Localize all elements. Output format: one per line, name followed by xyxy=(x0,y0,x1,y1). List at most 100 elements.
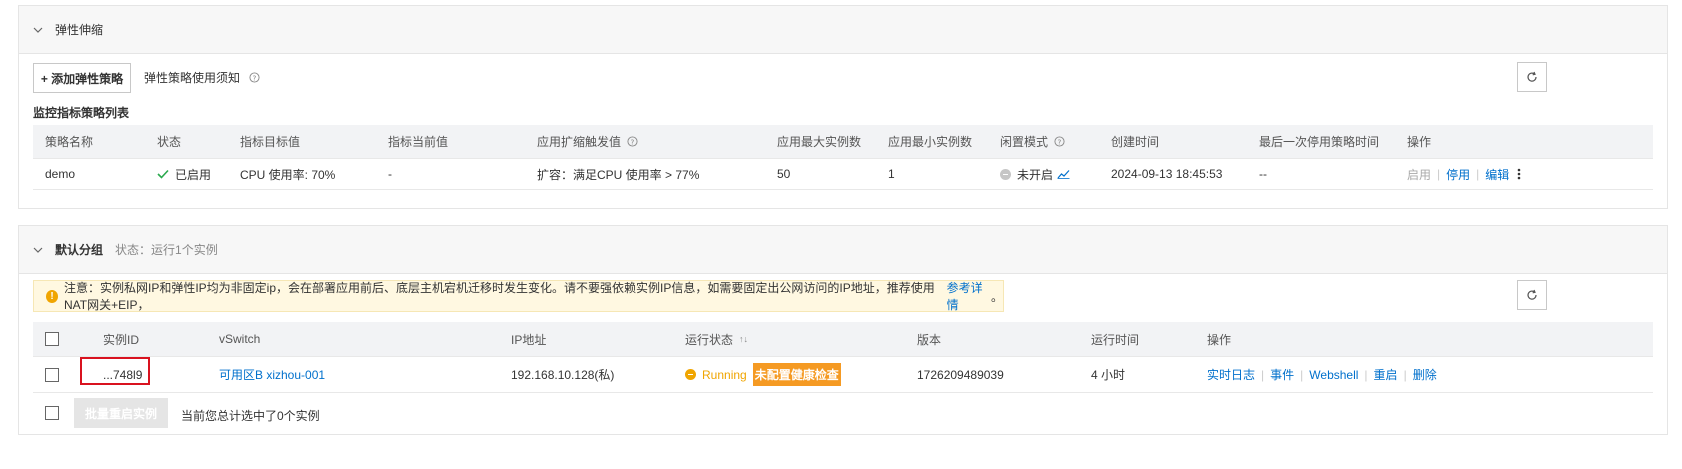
refresh-icon xyxy=(1527,71,1537,82)
chevron-down-icon[interactable] xyxy=(33,245,43,255)
separator: | xyxy=(1261,367,1265,382)
col-trigger: 应用扩缩触发值 ? xyxy=(537,125,638,158)
status-text: 已启用 xyxy=(175,167,212,182)
disable-link[interactable]: 停用 xyxy=(1446,166,1470,183)
col-ip: IP地址 xyxy=(511,332,547,347)
sort-icon[interactable]: ↑↓ xyxy=(739,334,748,344)
run-time-value: 4 小时 xyxy=(1091,368,1126,382)
refresh-icon xyxy=(1527,289,1537,300)
separator: | xyxy=(1403,367,1407,382)
help-circle-icon[interactable]: ? xyxy=(627,136,638,147)
target-value: CPU 使用率: 70% xyxy=(240,167,336,182)
current-value: - xyxy=(388,167,392,181)
trigger-value: 扩容：满足CPU 使用率 > 77% xyxy=(537,167,700,182)
list-title: 监控指标策略列表 xyxy=(33,106,130,120)
run-status-text: Running xyxy=(702,367,747,382)
vswitch-link[interactable]: 可用区B xizhou-001 xyxy=(219,357,325,392)
enable-link[interactable]: 启用 xyxy=(1407,166,1431,183)
table-row: demo 已启用 CPU 使用率: 70% - 扩容：满足CPU 使用率 > 7… xyxy=(33,159,1653,190)
col-actions: 操作 xyxy=(1407,135,1432,149)
health-check-badge: 未配置健康检查 xyxy=(752,363,841,386)
svg-text:?: ? xyxy=(1058,137,1062,146)
separator: | xyxy=(1364,367,1368,382)
notice-detail-link[interactable]: 参考详情 xyxy=(947,279,991,313)
help-circle-icon[interactable]: ? xyxy=(249,72,260,83)
chevron-down-icon[interactable] xyxy=(33,25,43,35)
edit-link[interactable]: 编辑 xyxy=(1485,166,1509,183)
batch-checkbox[interactable] xyxy=(45,406,59,420)
ip-notice: ! 注意：实例私网IP和弹性IP均为非固定ip，会在部署应用前后、底层主机宕机迁… xyxy=(33,280,1004,312)
table-row: ...748l9 可用区B xizhou-001 192.168.10.128(… xyxy=(33,357,1653,393)
batch-restart-button[interactable]: 批量重启实例 xyxy=(74,398,168,428)
max-instances: 50 xyxy=(777,167,791,181)
selected-count-text: 当前您总计选中了0个实例 xyxy=(181,409,320,423)
run-status-cell: Running 未配置健康检查 xyxy=(685,357,841,392)
webshell-link[interactable]: Webshell xyxy=(1309,368,1358,382)
created-time: 2024-09-13 18:45:53 xyxy=(1111,167,1223,181)
col-target: 指标目标值 xyxy=(240,135,301,149)
panel-title: 弹性伸缩 xyxy=(55,23,104,37)
panel-title: 默认分组 xyxy=(55,243,104,257)
batch-select-cell xyxy=(45,406,59,423)
col-idle-mode: 闲置模式 ? xyxy=(1000,125,1065,158)
min-instances: 1 xyxy=(888,167,895,181)
warning-icon: ! xyxy=(46,289,58,303)
separator: | xyxy=(1476,167,1480,181)
elastic-scaling-panel: 弹性伸缩 + 添加弹性策略 弹性策略使用须知 ? 监控指标策略列表 策略名称 状… xyxy=(18,5,1668,209)
policy-name: demo xyxy=(45,167,76,181)
col-actions: 操作 xyxy=(1207,332,1232,347)
refresh-button[interactable] xyxy=(1517,280,1547,310)
col-last-disable: 最后一次停用策略时间 xyxy=(1259,135,1380,149)
events-link[interactable]: 事件 xyxy=(1270,366,1294,383)
group-status: 状态：运行1个实例 xyxy=(115,243,218,257)
delete-link[interactable]: 删除 xyxy=(1413,366,1437,383)
more-vertical-icon[interactable] xyxy=(1517,168,1521,180)
col-run-status[interactable]: 运行状态 ↑↓ xyxy=(685,322,748,356)
idle-mode-text: 未开启 xyxy=(1017,167,1054,182)
policy-table: 策略名称 状态 指标目标值 指标当前值 应用扩缩触发值 ? 应用最大实例数 应用… xyxy=(33,125,1653,190)
separator: | xyxy=(1437,167,1441,181)
version-value: 1726209489039 xyxy=(917,367,1004,382)
col-version: 版本 xyxy=(917,332,942,347)
col-max-instances: 应用最大实例数 xyxy=(777,135,862,149)
col-instance-id: 实例ID xyxy=(103,332,140,347)
default-group-header[interactable]: 默认分组 状态：运行1个实例 xyxy=(19,226,1667,274)
col-idle-mode-label: 闲置模式 xyxy=(1000,135,1049,149)
policy-notice-label: 弹性策略使用须知 xyxy=(144,71,241,85)
last-disable-time: -- xyxy=(1259,167,1267,181)
col-trigger-label: 应用扩缩触发值 xyxy=(537,135,622,149)
select-all-cell xyxy=(45,322,59,356)
running-dot-icon xyxy=(685,369,696,380)
restart-link[interactable]: 重启 xyxy=(1374,366,1398,383)
select-all-checkbox[interactable] xyxy=(45,332,59,346)
check-icon xyxy=(157,169,169,179)
svg-text:?: ? xyxy=(253,73,257,82)
help-circle-icon[interactable]: ? xyxy=(1054,136,1065,147)
elastic-scaling-header[interactable]: 弹性伸缩 xyxy=(19,6,1667,54)
row-checkbox[interactable] xyxy=(45,367,59,382)
row-select-cell xyxy=(45,357,59,392)
instance-actions: 实时日志 | 事件 | Webshell | 重启 | 删除 xyxy=(1207,357,1437,392)
col-created: 创建时间 xyxy=(1111,135,1160,149)
col-vswitch: vSwitch xyxy=(219,332,261,346)
refresh-button[interactable] xyxy=(1517,62,1547,92)
idle-mode-cell: 未开启 xyxy=(1000,159,1070,189)
realtime-log-link[interactable]: 实时日志 xyxy=(1207,366,1255,383)
col-run-time: 运行时间 xyxy=(1091,332,1140,347)
instance-table: 实例ID vSwitch IP地址 运行状态 ↑↓ 版本 运行时间 操作 ...… xyxy=(33,322,1653,393)
col-status: 状态 xyxy=(157,135,182,149)
separator: | xyxy=(1300,367,1304,382)
trend-chart-icon[interactable] xyxy=(1057,169,1070,179)
disabled-dot-icon xyxy=(1000,168,1011,180)
policy-notice[interactable]: 弹性策略使用须知 ? xyxy=(144,69,260,86)
status-cell: 已启用 xyxy=(157,159,211,189)
svg-text:?: ? xyxy=(631,137,635,146)
actions-cell: 启用 | 停用 | 编辑 xyxy=(1407,159,1521,189)
add-policy-button[interactable]: + 添加弹性策略 xyxy=(33,63,131,93)
table-header: 实例ID vSwitch IP地址 运行状态 ↑↓ 版本 运行时间 操作 xyxy=(33,322,1653,357)
col-policy-name: 策略名称 xyxy=(45,135,94,149)
table-header: 策略名称 状态 指标目标值 指标当前值 应用扩缩触发值 ? 应用最大实例数 应用… xyxy=(33,125,1653,159)
col-current: 指标当前值 xyxy=(388,135,449,149)
col-min-instances: 应用最小实例数 xyxy=(888,135,973,149)
default-group-panel: 默认分组 状态：运行1个实例 ! 注意：实例私网IP和弹性IP均为非固定ip，会… xyxy=(18,225,1668,435)
